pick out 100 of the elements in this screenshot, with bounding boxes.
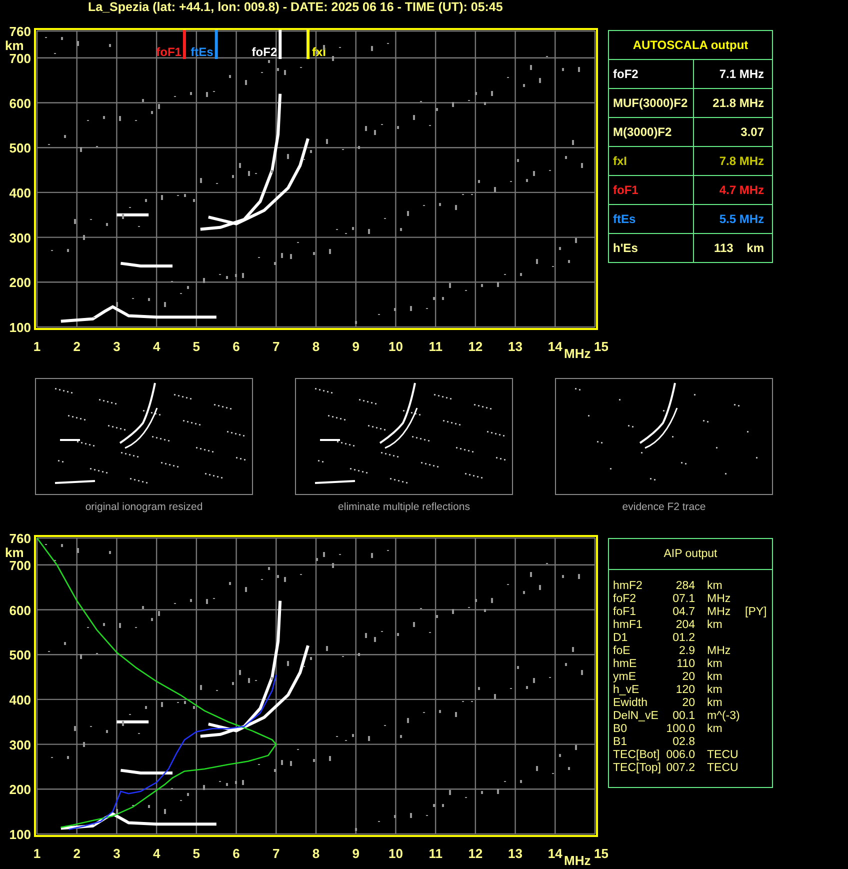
axis-tick-label: 4 [152, 846, 160, 861]
parameter-name: foF2 [613, 593, 638, 606]
axis-tick-label: 2 [73, 339, 80, 354]
axis-tick-label: 14 [548, 846, 562, 861]
parameter-unit: TECU [707, 749, 740, 762]
axis-tick-label: 6 [232, 846, 240, 861]
thumbnail-caption: original ionogram resized [85, 501, 203, 513]
parameter-unit: km [707, 671, 724, 684]
parameter-value: 120 [674, 684, 696, 697]
axis-tick-label: 400 [9, 185, 31, 200]
parameter-name: TEC[Top] [613, 762, 662, 775]
table-cell: foF1 [608, 176, 694, 204]
parameter-unit: km [707, 697, 724, 710]
axis-tick-label: 8 [312, 339, 320, 354]
parameter-unit: MHz [707, 645, 732, 658]
parameter-name: B0 [613, 723, 628, 736]
axis-tick-label: 300 [9, 230, 31, 246]
parameter-value: 006.0 [665, 749, 696, 762]
parameter-name: ymE [613, 671, 637, 684]
parameter-value: 01.2 [672, 632, 696, 645]
parameter-name: h_vE [613, 684, 640, 697]
axis-tick-label: 15 [594, 339, 608, 354]
marker-label: foF1 [156, 45, 182, 59]
parameter-unit: TECU [707, 762, 740, 775]
axis-label: MHz [564, 853, 591, 868]
axis-tick-label: 13 [508, 846, 523, 861]
axis-tick-label: 100 [9, 827, 31, 842]
ionogram-title: La_Spezia (lat: +44.1, lon: 009.8) - DATE: 2025 06 16 - TIME (UT): 05:45 [87, 0, 504, 16]
parameter-unit: m^(-3) [707, 710, 741, 723]
axis-tick-label: 7 [272, 339, 280, 354]
axis-tick-label: 100 [9, 320, 31, 335]
parameter-name: DelN_vE [613, 710, 660, 723]
axis-tick-label: 5 [192, 339, 200, 354]
axis-tick-label: 1 [33, 846, 41, 861]
table-cell: 3.07 [694, 118, 772, 146]
parameter-value: 04.7 [672, 606, 696, 619]
axis-tick-label: 700 [9, 558, 31, 573]
axis-tick-label: 10 [388, 339, 403, 354]
parameter-unit: km [707, 658, 724, 671]
table-cell: 7.8 MHz [694, 146, 772, 176]
axis-tick-label: 12 [468, 339, 483, 354]
table-cell: h'Es [608, 234, 694, 262]
parameter-name: hmE [613, 658, 638, 671]
parameter-name: foE [613, 645, 632, 658]
parameter-value: 284 [674, 580, 696, 593]
parameter-unit: km [707, 684, 724, 697]
parameter-value: 2.9 [678, 645, 696, 658]
axis-label: km [5, 545, 24, 560]
axis-tick-label: 14 [548, 339, 562, 354]
axis-tick-label: 500 [9, 140, 31, 156]
parameter-name: B1 [613, 736, 628, 749]
table-cell: fxI [608, 146, 694, 176]
axis-tick-label: 10 [388, 846, 403, 861]
axis-tick-label: 1 [33, 339, 41, 354]
thumbnail-caption: evidence F2 trace [622, 501, 706, 513]
parameter-value: 20 [681, 697, 696, 710]
table-cell: 4.7 MHz [694, 176, 772, 204]
parameter-value: 204 [674, 619, 696, 632]
table-cell: MUF(3000)F2 [608, 88, 694, 118]
table-cell: 5.5 MHz [694, 204, 772, 234]
parameter-name: hmF1 [613, 619, 644, 632]
axis-tick-label: 7 [272, 846, 280, 861]
parameter-name: Ewidth [613, 697, 649, 710]
axis-tick-label: 6 [232, 339, 240, 354]
axis-tick-label: 500 [9, 648, 31, 663]
axis-tick-label: 3 [113, 339, 120, 354]
axis-tick-label: 13 [508, 339, 523, 354]
axis-tick-label: 11 [428, 846, 442, 861]
parameter-unit: MHz [707, 593, 732, 606]
parameter-value: 100.0 [665, 723, 696, 736]
parameter-unit: km [707, 619, 724, 632]
axis-tick-label: 760 [9, 532, 31, 546]
axis-tick-label: 4 [152, 339, 160, 354]
axis-tick-label: 760 [9, 25, 31, 39]
axis-label: km [5, 38, 24, 53]
axis-tick-label: 700 [9, 50, 31, 66]
parameter-unit: km [707, 580, 724, 593]
axis-tick-label: 3 [113, 846, 120, 861]
flag-label: [PY] [745, 606, 768, 619]
parameter-value: 20 [681, 671, 696, 684]
axis-tick-label: 5 [192, 846, 200, 861]
parameter-value: 02.8 [672, 736, 696, 749]
marker-label: foF2 [252, 45, 278, 59]
parameter-name: foF1 [613, 606, 638, 619]
parameter-unit: km [707, 723, 724, 736]
table-cell: 21.8 MHz [694, 88, 772, 118]
axis-tick-label: 9 [352, 339, 360, 354]
table-cell: 7.1 MHz [694, 60, 772, 88]
axis-tick-label: 300 [9, 737, 31, 752]
axis-tick-label: 400 [9, 692, 31, 708]
axis-tick-label: 11 [428, 339, 442, 354]
table-cell: foF2 [608, 60, 694, 88]
axis-tick-label: 12 [468, 846, 483, 861]
parameter-value: 110 [676, 658, 696, 671]
axis-tick-label: 600 [9, 602, 31, 618]
axis-label: MHz [564, 346, 591, 361]
table-title: AUTOSCALA output [608, 30, 772, 60]
parameter-unit: MHz [707, 606, 732, 619]
parameter-value: 007.2 [665, 762, 696, 775]
parameter-name: hmF2 [613, 580, 644, 593]
